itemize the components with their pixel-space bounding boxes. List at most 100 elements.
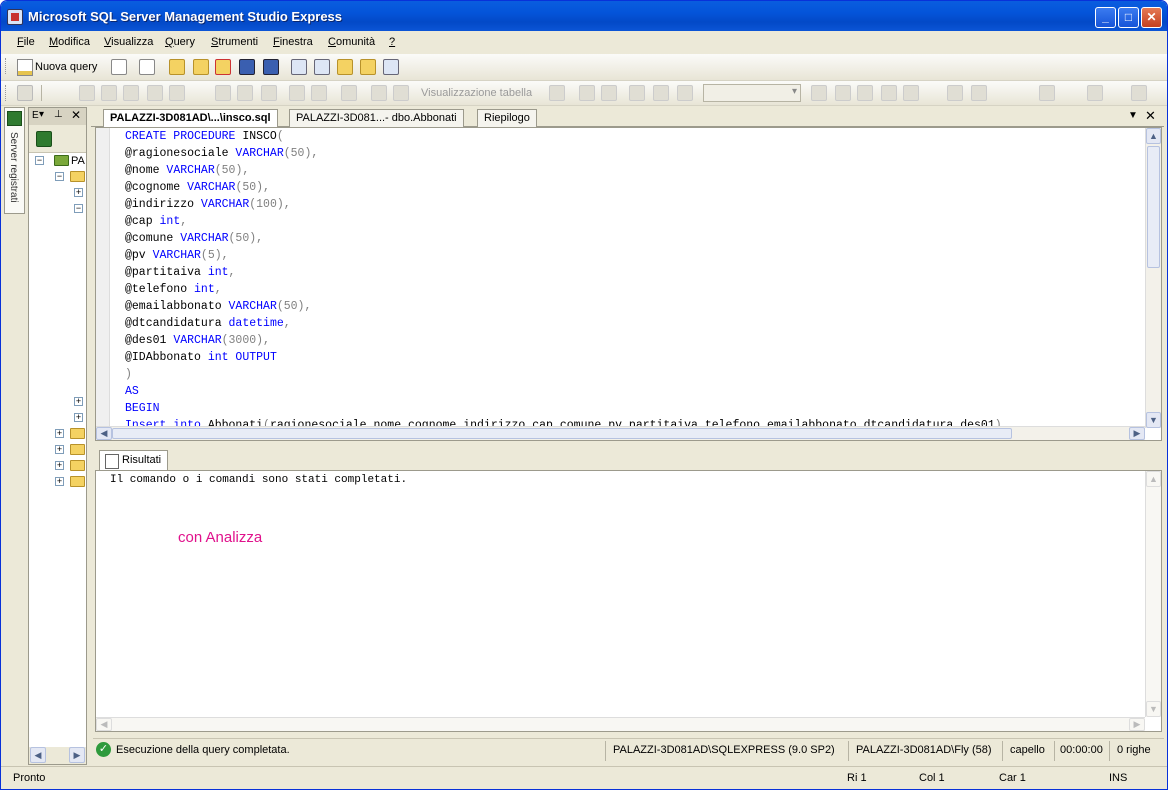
scroll-left-icon[interactable]: ◀ — [96, 718, 112, 731]
pin-icon[interactable]: ⊥ — [54, 109, 63, 120]
code-line[interactable]: @ragionesociale VARCHAR(50), — [125, 145, 1145, 162]
folder-icon[interactable] — [70, 428, 85, 439]
editor-hscroll[interactable]: ◀ ▶ — [96, 426, 1145, 440]
collapse-icon[interactable]: − — [74, 204, 83, 213]
code-line[interactable]: @comune VARCHAR(50), — [125, 230, 1145, 247]
scroll-down-icon[interactable]: ▼ — [1146, 412, 1161, 428]
menu-query[interactable]: Query — [165, 36, 195, 48]
code-token: (50), — [276, 300, 312, 313]
code-line[interactable]: @nome VARCHAR(50), — [125, 162, 1145, 179]
code-line[interactable]: @cognome VARCHAR(50), — [125, 179, 1145, 196]
code-line[interactable]: @emailabbonato VARCHAR(50), — [125, 298, 1145, 315]
object-explorer-icon[interactable] — [314, 59, 330, 75]
folder-icon[interactable] — [70, 476, 85, 487]
close-pane-icon[interactable]: ✕ — [71, 108, 81, 122]
template-explorer-icon[interactable] — [337, 59, 353, 75]
open-folder-icon[interactable] — [169, 59, 185, 75]
code-line[interactable]: BEGIN — [125, 400, 1145, 417]
menu-strumenti[interactable]: Strumenti — [211, 36, 258, 48]
scroll-right-icon[interactable]: ▶ — [69, 747, 85, 763]
close-document-icon[interactable]: ✕ — [1145, 108, 1156, 124]
add-table-icon — [579, 85, 595, 101]
results-vscroll[interactable]: ▲ ▼ — [1145, 471, 1161, 717]
menu-finestra[interactable]: Finestra — [273, 36, 313, 48]
code-line[interactable]: CREATE PROCEDURE INSCO( — [125, 128, 1145, 145]
scroll-left-icon[interactable]: ◀ — [30, 747, 46, 763]
code-token: VARCHAR — [166, 164, 215, 177]
code-token: @comune — [125, 232, 181, 245]
new-file-icon[interactable] — [111, 59, 127, 75]
menu-modifica[interactable]: Modifica — [49, 36, 90, 48]
tab-riepilogo[interactable]: Riepilogo — [477, 109, 537, 127]
scroll-down-icon[interactable]: ▼ — [1146, 701, 1161, 717]
results-hscroll[interactable]: ◀ ▶ — [96, 717, 1145, 731]
code-line[interactable]: @IDAbbonato int OUTPUT — [125, 349, 1145, 366]
status-line: Ri 1 — [847, 772, 867, 784]
expand-icon[interactable]: + — [74, 188, 83, 197]
code-line[interactable]: @des01 VARCHAR(3000), — [125, 332, 1145, 349]
menu-file[interactable]: File — [17, 36, 35, 48]
title-bar[interactable]: Microsoft SQL Server Management Studio E… — [1, 1, 1167, 31]
scroll-up-icon[interactable]: ▲ — [1146, 128, 1161, 144]
registered-servers-tab[interactable]: Server registrati — [4, 107, 25, 214]
properties-icon[interactable] — [360, 59, 376, 75]
code-token: , — [180, 215, 188, 228]
new-query-button[interactable]: Nuova query — [15, 57, 101, 77]
expand-icon[interactable]: + — [55, 445, 64, 454]
expand-icon[interactable]: + — [55, 477, 64, 486]
dropdown-icon[interactable]: ▾ — [39, 109, 44, 120]
code-line[interactable]: @telefono int, — [125, 281, 1145, 298]
close-button[interactable]: ✕ — [1141, 7, 1162, 28]
sql-code[interactable]: CREATE PROCEDURE INSCO(@ragionesociale V… — [125, 128, 1145, 428]
editor-vscroll-thumb[interactable] — [1147, 146, 1160, 268]
open-query-icon[interactable] — [215, 59, 231, 75]
minimize-button[interactable]: _ — [1095, 7, 1116, 28]
tab-abbonati[interactable]: PALAZZI-3D081...- dbo.Abbonati — [289, 109, 464, 127]
folder-icon[interactable] — [70, 460, 85, 471]
editor-hscroll-thumb[interactable] — [112, 428, 1012, 439]
expand-icon[interactable]: + — [74, 413, 83, 422]
tree-root-label[interactable]: PA — [71, 155, 85, 167]
expand-icon[interactable]: + — [55, 461, 64, 470]
scroll-left-icon[interactable]: ◀ — [96, 427, 112, 440]
maximize-button[interactable]: □ — [1118, 7, 1139, 28]
code-line[interactable]: @pv VARCHAR(5), — [125, 247, 1145, 264]
expand-icon[interactable]: + — [55, 429, 64, 438]
code-line[interactable]: @partitaiva int, — [125, 264, 1145, 281]
open-solution-icon[interactable] — [193, 59, 209, 75]
menu-comunita[interactable]: Comunità — [328, 36, 375, 48]
menu-visualizza[interactable]: Visualizza — [104, 36, 153, 48]
code-line[interactable]: @indirizzo VARCHAR(100), — [125, 196, 1145, 213]
code-token: VARCHAR — [200, 198, 250, 211]
connect-icon[interactable] — [36, 131, 52, 147]
code-token: ) — [125, 368, 132, 381]
toolbar-grip[interactable] — [5, 85, 8, 101]
expand-icon[interactable]: + — [74, 397, 83, 406]
menu-help[interactable]: ? — [389, 36, 395, 48]
tab-risultati[interactable]: Risultati — [99, 450, 169, 470]
registered-servers-icon[interactable] — [291, 59, 307, 75]
object-explorer-hscroll[interactable]: ◀ ▶ — [29, 747, 86, 764]
code-line[interactable]: @cap int, — [125, 213, 1145, 230]
scroll-right-icon[interactable]: ▶ — [1129, 427, 1145, 440]
new-project-icon[interactable] — [139, 59, 155, 75]
scroll-right-icon[interactable]: ▶ — [1129, 718, 1145, 731]
code-line[interactable]: @dtcandidatura datetime, — [125, 315, 1145, 332]
code-line[interactable]: ) — [125, 366, 1145, 383]
editor-vscroll[interactable]: ▲ ▼ — [1145, 128, 1161, 428]
sql-editor[interactable]: CREATE PROCEDURE INSCO(@ragionesociale V… — [95, 127, 1162, 441]
collapse-icon[interactable]: − — [35, 156, 44, 165]
folder-icon[interactable] — [70, 171, 85, 182]
folder-icon[interactable] — [70, 444, 85, 455]
save-all-icon[interactable] — [263, 59, 279, 75]
code-line[interactable]: AS — [125, 383, 1145, 400]
tab-insco-sql[interactable]: PALAZZI-3D081AD\...\insco.sql — [103, 109, 278, 128]
collapse-icon[interactable]: − — [55, 172, 64, 181]
tab-list-icon[interactable]: ▼ — [1128, 110, 1138, 121]
toolbox-icon[interactable] — [383, 59, 399, 75]
results-pane-icon — [289, 85, 305, 101]
toolbar-grip[interactable] — [5, 58, 8, 74]
code-token: @emailabbonato — [125, 300, 229, 313]
save-icon[interactable] — [239, 59, 255, 75]
scroll-up-icon[interactable]: ▲ — [1146, 471, 1161, 487]
